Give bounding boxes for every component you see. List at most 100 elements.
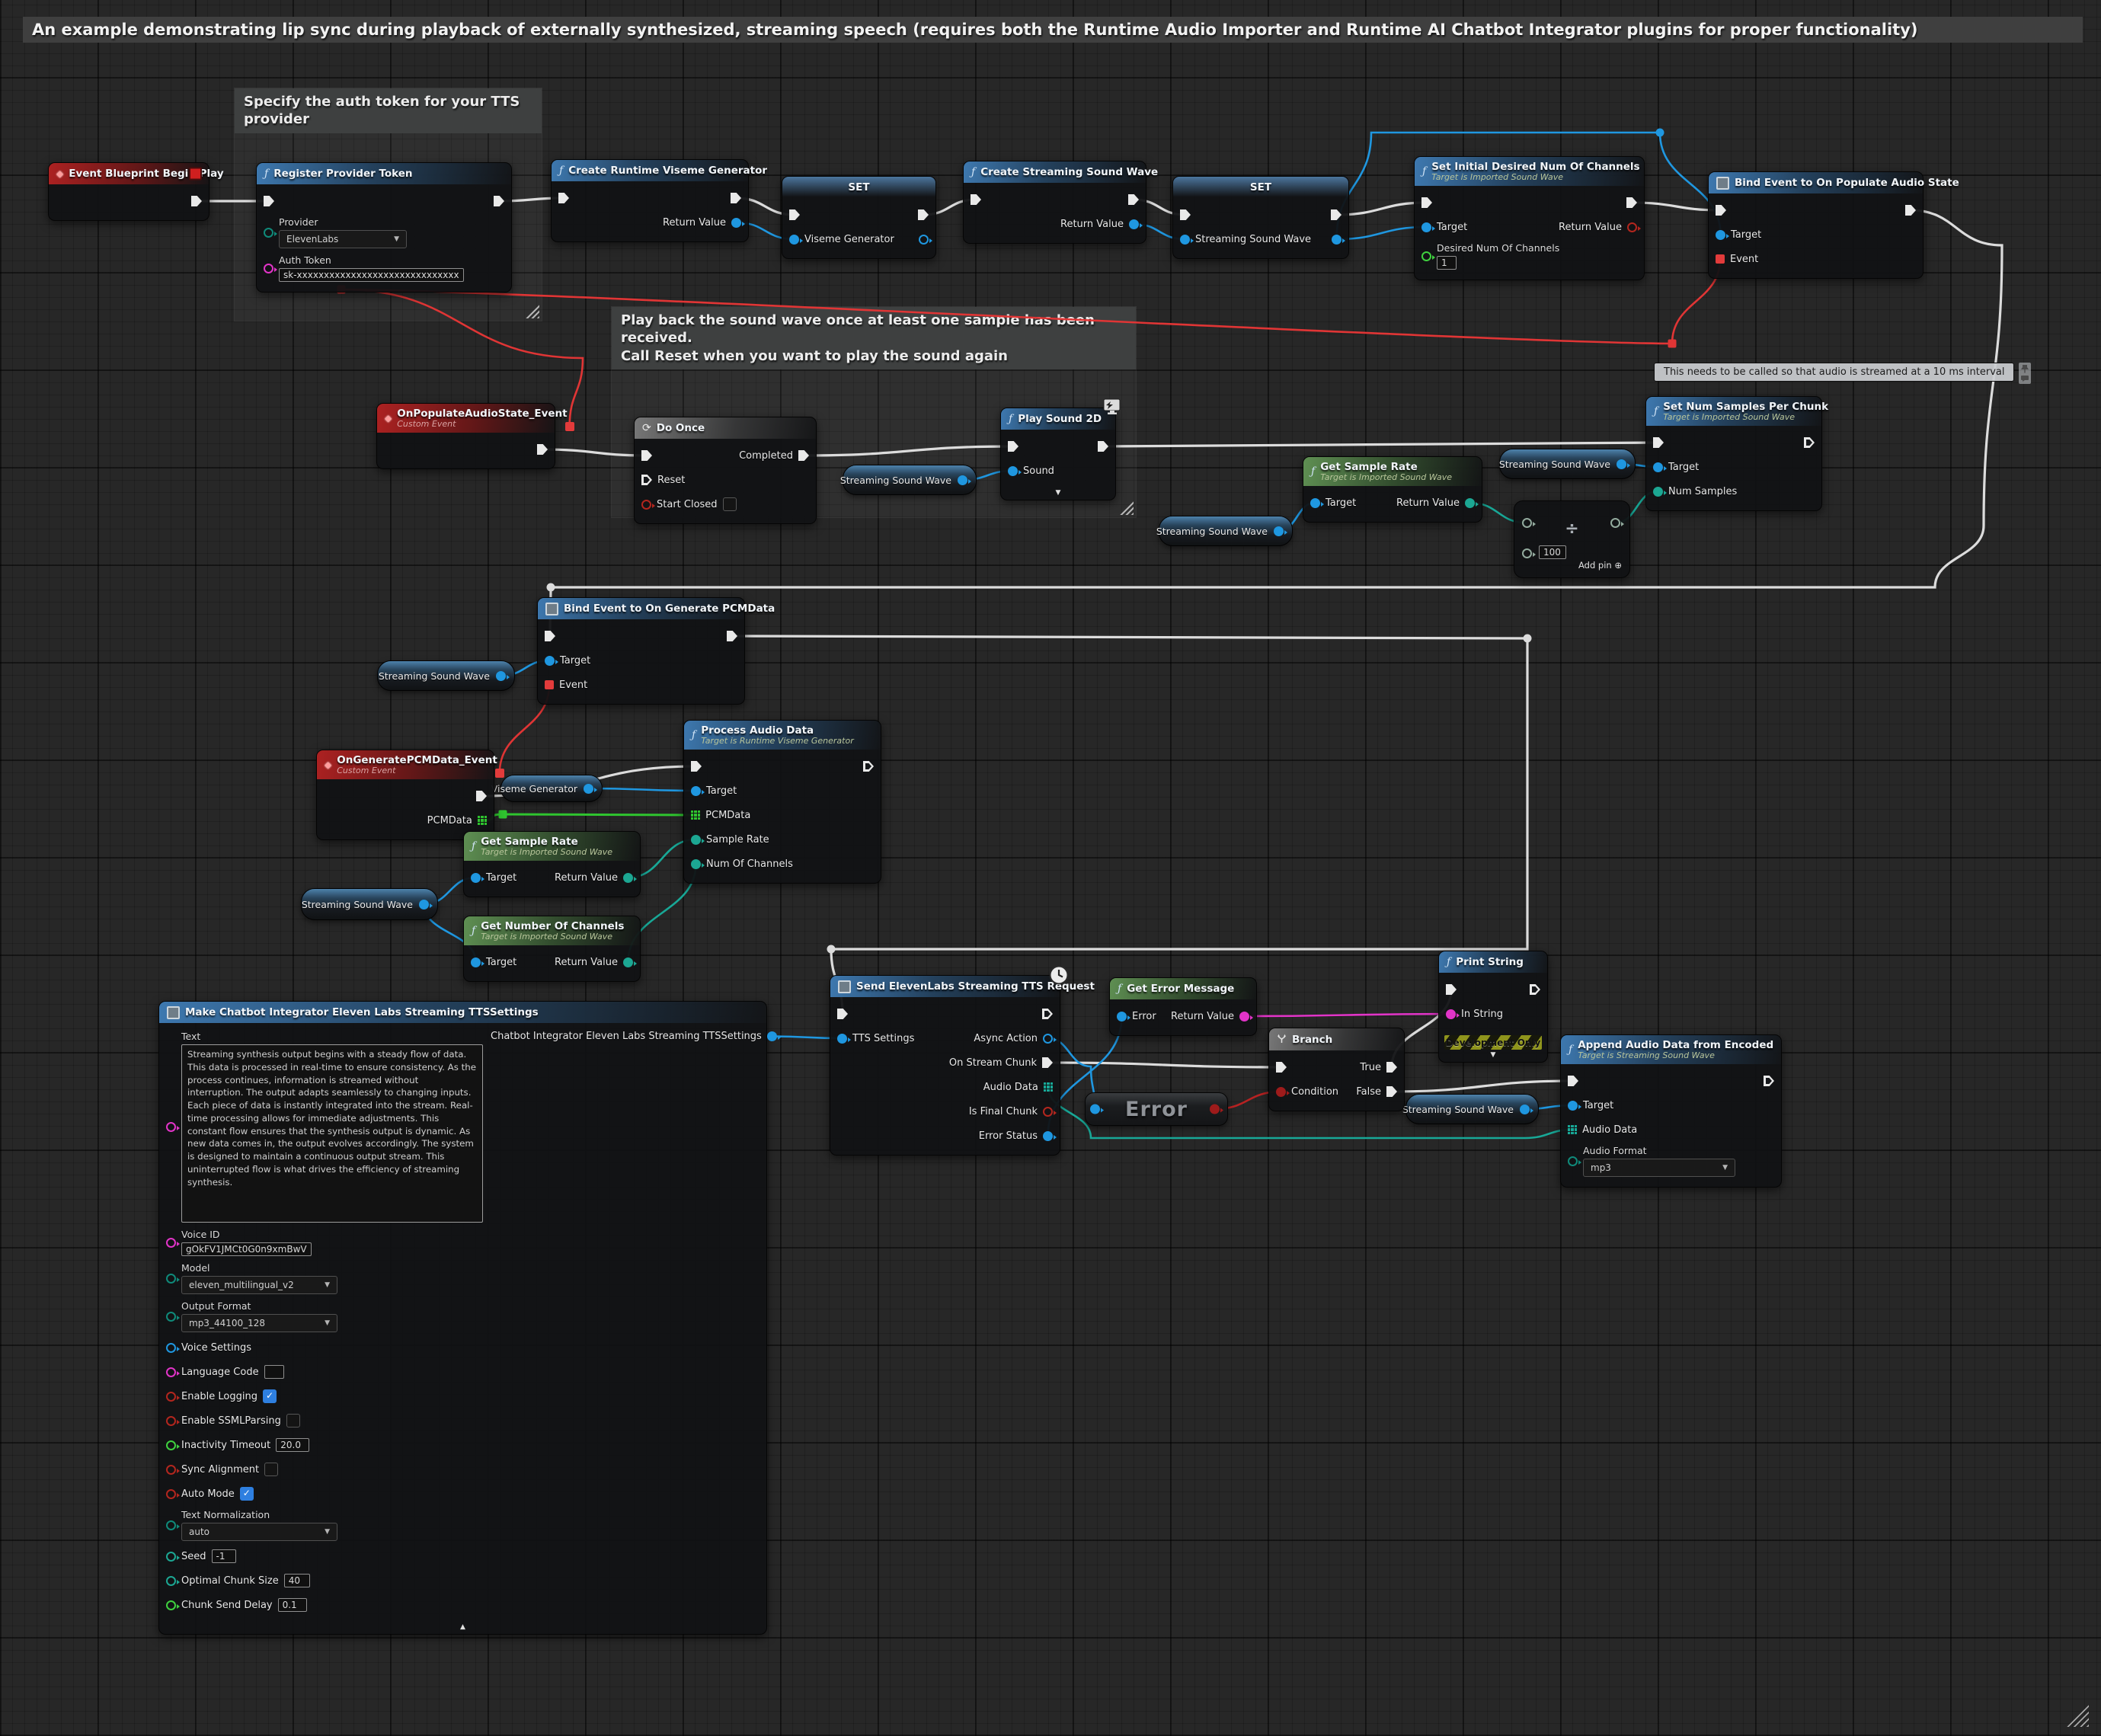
execin-pin[interactable] [837, 1009, 848, 1019]
on-populate-evt-node[interactable]: ◆OnPopulateAudioState_EventCustom Event [376, 403, 555, 469]
out-pin[interactable] [1210, 1105, 1220, 1114]
pcmdata-pin[interactable] [478, 816, 487, 825]
execout-pin[interactable] [727, 631, 737, 641]
in1-pin[interactable] [1522, 518, 1532, 528]
text-input-field[interactable]: 20.0 [276, 1438, 309, 1452]
outputformat-pin[interactable] [166, 1312, 176, 1322]
checkbox-field[interactable] [723, 497, 737, 511]
varin-pin[interactable] [789, 235, 799, 245]
model-pin[interactable] [166, 1274, 176, 1284]
return-pin[interactable] [731, 218, 741, 228]
execin-pin[interactable] [1653, 437, 1664, 448]
text-input-field[interactable]: 1 [1437, 256, 1457, 270]
condition-pin[interactable] [1276, 1087, 1286, 1097]
true-pin[interactable] [1386, 1062, 1397, 1073]
make-tts-node[interactable]: Make Chatbot Integrator Eleven Labs Stre… [158, 1001, 767, 1635]
varout-pin[interactable] [1332, 235, 1342, 245]
execin-pin[interactable] [545, 631, 555, 641]
out-pin[interactable] [584, 784, 593, 794]
dropdown-field[interactable]: eleven_multilingual_v2▼ [181, 1276, 337, 1294]
create-viseme-node[interactable]: ƒCreate Runtime Viseme GeneratorReturn V… [551, 159, 749, 242]
pill-6-variable-node[interactable]: Streaming Sound Wave [1405, 1094, 1539, 1124]
do-once-node[interactable]: ⟳Do OnceCompletedResetStart Closed [634, 417, 817, 524]
chevron-down-icon[interactable]: ▼ [1001, 490, 1115, 500]
checkbox-field[interactable]: ✓ [240, 1487, 254, 1501]
enablelogging-pin[interactable] [166, 1392, 176, 1402]
register-token-node[interactable]: ƒRegister Provider TokenProviderElevenLa… [256, 162, 512, 293]
dropdown-field[interactable]: mp3_44100_128▼ [181, 1314, 337, 1332]
pill-4-variable-node[interactable]: Streaming Sound Wave [377, 660, 515, 691]
pill-2-variable-node[interactable]: Streaming Sound Wave [1159, 516, 1293, 546]
target-pin[interactable] [1716, 230, 1725, 240]
execout-pin[interactable] [1530, 984, 1540, 995]
bind-populate-node[interactable]: Bind Event to On Populate Audio StateTar… [1708, 171, 1924, 279]
append-audio-node[interactable]: ƒAppend Audio Data from EncodedTarget is… [1560, 1034, 1782, 1188]
return-pin[interactable] [623, 873, 633, 883]
execout-pin[interactable] [537, 444, 548, 455]
sound-pin[interactable] [1008, 466, 1018, 476]
enablessml-pin[interactable] [166, 1416, 176, 1426]
false-pin[interactable] [1386, 1086, 1397, 1097]
execout-pin[interactable] [476, 791, 487, 801]
inactivity-pin[interactable] [166, 1440, 176, 1450]
error-pin[interactable] [1117, 1012, 1127, 1021]
dropdown-field[interactable]: ElevenLabs▼ [279, 230, 407, 248]
errorstatus-pin[interactable] [1043, 1131, 1053, 1141]
target-pin[interactable] [1568, 1101, 1578, 1111]
comment-pin-icon[interactable] [2019, 363, 2031, 384]
execout-pin[interactable] [1626, 197, 1637, 208]
varout-pin[interactable] [919, 235, 929, 245]
in-pin[interactable] [1090, 1105, 1100, 1114]
bind-pcmdata-node[interactable]: Bind Event to On Generate PCMDataTargetE… [537, 597, 745, 705]
audiodata-pin[interactable] [1044, 1082, 1053, 1092]
branch-node[interactable]: BranchTrueConditionFalse [1268, 1028, 1405, 1111]
provider-pin[interactable] [264, 228, 273, 238]
text-input-field[interactable]: sk-xxxxxxxxxxxxxxxxxxxxxxxxxxxxxx [279, 268, 464, 282]
divide-node[interactable]: ÷100Add pin ⊕ [1514, 500, 1630, 578]
execin-pin[interactable] [1716, 205, 1726, 216]
in2-pin[interactable] [1522, 548, 1532, 558]
voiceid-pin[interactable] [166, 1238, 176, 1248]
execout-pin[interactable] [731, 193, 741, 203]
set-num-node[interactable]: ƒSet Num Samples Per ChunkTarget is Impo… [1645, 396, 1822, 511]
event-pin[interactable] [1716, 254, 1725, 264]
reset-pin[interactable] [641, 475, 652, 485]
print-string-node[interactable]: ƒPrint StringIn StringDevelopment Only▼ [1438, 951, 1548, 1063]
execout-pin[interactable] [1098, 441, 1108, 452]
reroute-node[interactable] [1656, 129, 1664, 137]
text-input-field[interactable]: 0.1 [278, 1598, 307, 1612]
execout-pin[interactable] [1128, 194, 1139, 205]
execout-pin[interactable] [1042, 1009, 1053, 1019]
dropdown-field[interactable]: mp3▼ [1583, 1159, 1735, 1177]
numofchannels-pin[interactable] [691, 859, 701, 869]
execout-pin[interactable] [1804, 437, 1815, 448]
target-pin[interactable] [471, 958, 481, 967]
optimalchunk-pin[interactable] [166, 1576, 176, 1586]
execout-pin[interactable] [863, 761, 874, 772]
node-comment-bubble[interactable]: This needs to be called so that audio is… [1654, 363, 2031, 384]
execin-pin[interactable] [1421, 197, 1432, 208]
execout-pin[interactable] [494, 196, 504, 206]
target-pin[interactable] [471, 873, 481, 883]
seed-pin[interactable] [166, 1552, 176, 1562]
ttssettings-pin[interactable] [837, 1034, 847, 1044]
textnorm-pin[interactable] [166, 1520, 176, 1530]
text-input-field[interactable]: -1 [212, 1549, 236, 1563]
return-pin[interactable] [1129, 219, 1139, 229]
execout-pin[interactable] [918, 209, 929, 220]
error-pill-node[interactable]: Error [1085, 1092, 1228, 1126]
pill-5-variable-node[interactable]: Streaming Sound Wave [301, 888, 438, 920]
text-pin[interactable] [166, 1122, 176, 1132]
event-pin[interactable] [545, 680, 554, 689]
languagecode-pin[interactable] [166, 1367, 176, 1377]
varin-pin[interactable] [1180, 235, 1190, 245]
voicesettings-pin[interactable] [166, 1343, 176, 1353]
execin-pin[interactable] [1180, 209, 1191, 220]
get-err-node[interactable]: ƒGet Error MessageErrorReturn Value [1109, 977, 1257, 1036]
execin-pin[interactable] [264, 196, 274, 206]
checkbox-field[interactable] [264, 1463, 278, 1476]
target-pin[interactable] [545, 656, 555, 666]
begin-play-node[interactable]: ◆Event Blueprint Begin Play [48, 162, 209, 221]
execout-pin[interactable] [1331, 209, 1342, 220]
return-pin[interactable] [1239, 1012, 1249, 1021]
